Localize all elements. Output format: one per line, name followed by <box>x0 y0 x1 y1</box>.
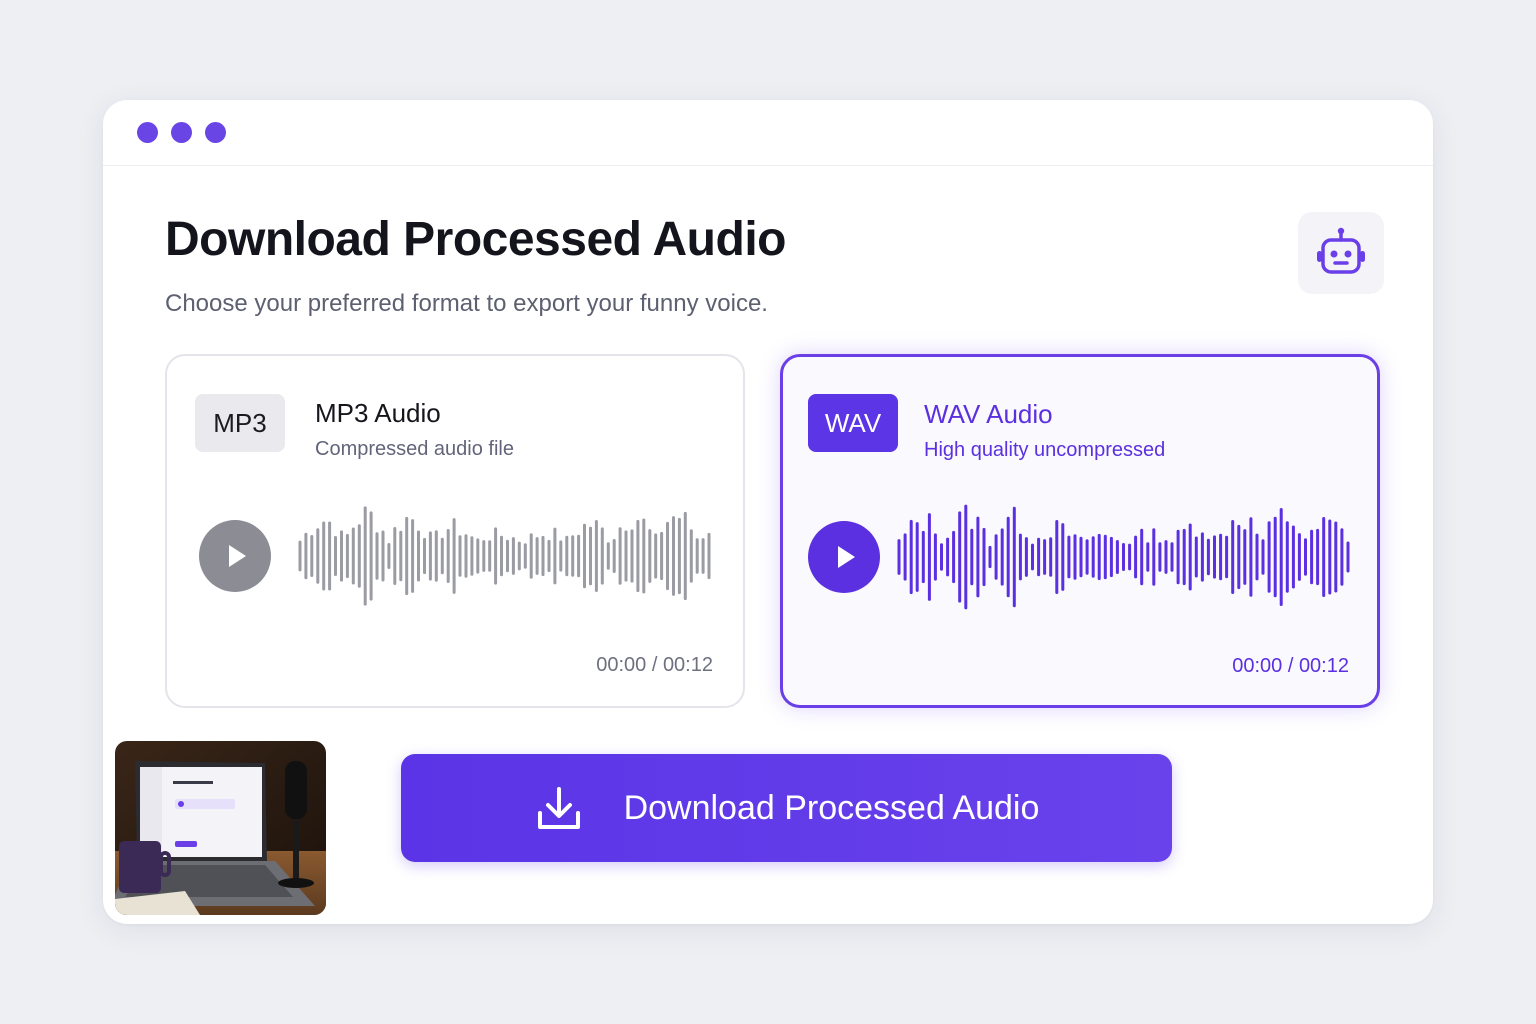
waveform-mp3 <box>298 506 711 606</box>
download-button[interactable]: Download Processed Audio <box>401 754 1172 862</box>
format-card-wav[interactable]: WAV WAV Audio High quality uncompressed … <box>780 354 1380 708</box>
format-title-wav: WAV Audio <box>924 399 1053 429</box>
playback-time-mp3: 00:00 / 00:12 <box>596 654 713 676</box>
playback-time-wav: 00:00 / 00:12 <box>1232 655 1349 677</box>
robot-icon <box>1317 227 1365 274</box>
format-badge-wav: WAV <box>808 394 898 452</box>
format-description-wav: High quality uncompressed <box>924 439 1166 461</box>
play-icon <box>229 545 246 567</box>
window-dot-1[interactable] <box>137 122 158 143</box>
window-dot-2[interactable] <box>171 122 192 143</box>
play-button-mp3[interactable] <box>199 520 271 592</box>
assistant-button[interactable] <box>1298 212 1384 294</box>
app-window: Download Processed Audio Choose your pre… <box>103 100 1433 924</box>
format-description-mp3: Compressed audio file <box>315 438 514 460</box>
format-badge-mp3: MP3 <box>195 394 285 452</box>
format-card-mp3[interactable]: MP3 MP3 Audio Compressed audio file 00:0… <box>165 354 745 708</box>
download-button-label: Download Processed Audio <box>623 788 1040 827</box>
play-button-wav[interactable] <box>808 521 880 593</box>
waveform-wav <box>897 504 1350 610</box>
window-dot-3[interactable] <box>205 122 226 143</box>
download-icon <box>537 787 580 829</box>
laptop-podcast-photo <box>115 741 326 915</box>
page-subtitle: Choose your preferred format to export y… <box>165 290 768 317</box>
page-title: Download Processed Audio <box>165 213 786 266</box>
play-icon <box>838 546 855 568</box>
title-bar <box>103 100 1433 166</box>
format-title-mp3: MP3 Audio <box>315 398 441 428</box>
